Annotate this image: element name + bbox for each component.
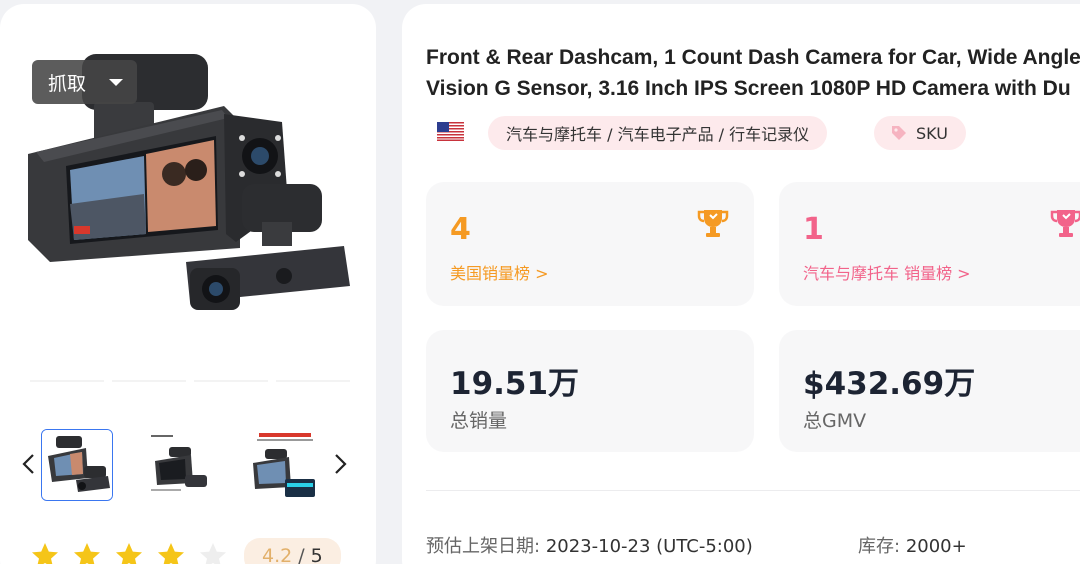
image-divider (30, 380, 350, 382)
rating-row: 4.2 / 5 (30, 538, 341, 564)
star-filled-icon (156, 541, 186, 564)
rank-link[interactable]: 美国销量榜 > (450, 260, 549, 284)
grab-dropdown-button[interactable]: 抓取 (32, 60, 137, 104)
rank-number: 1 (803, 212, 824, 247)
rank-card-category[interactable]: 1 汽车与摩托车 销量榜 > (779, 182, 1080, 306)
total-gmv-card: $432.69万 总GMV (779, 330, 1080, 452)
rank-card-country[interactable]: 4 美国销量榜 > (426, 182, 754, 306)
sku-button[interactable]: SKU (874, 116, 966, 150)
listing-date-value: 2023-10-23 (UTC-5:00) (545, 536, 753, 557)
rating-separator: / (298, 545, 305, 564)
sku-label: SKU (916, 123, 948, 143)
category-breadcrumb[interactable]: 汽车与摩托车 / 汽车电子产品 / 行车记录仪 (488, 116, 828, 150)
grab-button-label: 抓取 (48, 72, 87, 95)
total-gmv-value: $432.69万 (803, 366, 976, 402)
product-gallery-panel: 抓取 4.2 / 5 (0, 4, 376, 564)
stock: 库存: 2000+ (858, 532, 967, 558)
stock-value: 2000+ (905, 536, 967, 557)
product-info-panel: Front & Rear Dashcam, 1 Count Dash Camer… (402, 4, 1080, 564)
product-title-line-2: Vision G Sensor, 3.16 Inch IPS Screen 10… (426, 77, 1071, 100)
total-gmv-label: 总GMV (803, 410, 867, 432)
total-sales-value: 19.51万 (450, 366, 580, 402)
product-title-line-1: Front & Rear Dashcam, 1 Count Dash Camer… (426, 46, 1080, 69)
thumbnail-1[interactable] (41, 429, 113, 501)
product-title: Front & Rear Dashcam, 1 Count Dash Camer… (426, 42, 1080, 104)
tag-icon (892, 126, 906, 140)
listing-date: 预估上架日期: 2023-10-23 (UTC-5:00) (426, 532, 753, 558)
star-filled-icon (72, 541, 102, 564)
total-sales-card: 19.51万 总销量 (426, 330, 754, 452)
us-flag-icon (437, 122, 464, 141)
thumbnail-2[interactable] (145, 429, 217, 501)
rating-score: 4.2 / 5 (244, 538, 341, 564)
stock-label: 库存: (858, 536, 901, 557)
rank-number: 4 (450, 212, 471, 247)
trophy-icon (696, 206, 730, 240)
chevron-left-icon[interactable] (20, 452, 36, 476)
rank-link[interactable]: 汽车与摩托车 销量榜 > (803, 260, 971, 284)
star-filled-icon (114, 541, 144, 564)
star-filled-icon (30, 541, 60, 564)
trophy-icon (1049, 206, 1080, 240)
thumbnail-3[interactable] (249, 429, 321, 501)
thumbnail-carousel (18, 428, 358, 502)
rating-max: 5 (310, 545, 323, 564)
section-divider (426, 490, 1080, 491)
total-sales-label: 总销量 (450, 410, 508, 432)
star-empty-icon (198, 541, 228, 564)
listing-date-label: 预估上架日期: (426, 536, 541, 557)
rating-value: 4.2 (262, 545, 293, 564)
chevron-right-icon[interactable] (333, 452, 349, 476)
caret-down-icon (109, 79, 123, 86)
